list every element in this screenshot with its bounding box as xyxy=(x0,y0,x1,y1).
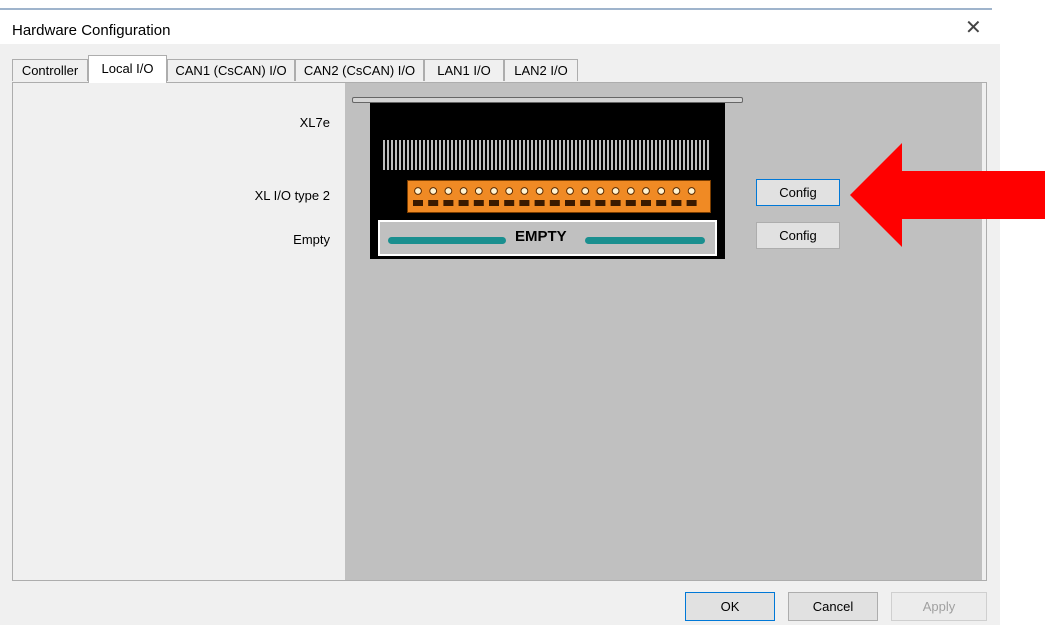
terminal-screw xyxy=(550,187,559,195)
config-button-slot-1[interactable]: Config xyxy=(756,179,840,206)
rack-model-label: XL7e xyxy=(299,115,330,130)
terminal-screw xyxy=(444,187,453,195)
slot-1-label: XL I/O type 2 xyxy=(254,188,330,203)
terminal-slot xyxy=(656,200,667,206)
terminal-slot xyxy=(443,200,454,206)
empty-bar-right xyxy=(585,237,705,244)
terminal-screw xyxy=(687,187,696,195)
terminal-slot xyxy=(595,200,606,206)
ok-button[interactable]: OK xyxy=(685,592,775,621)
terminal-slot xyxy=(549,200,560,206)
empty-slot[interactable]: EMPTY xyxy=(378,220,717,256)
terminal-screw xyxy=(474,187,483,195)
terminal-slot xyxy=(504,200,515,206)
slot-2-label: Empty xyxy=(293,232,330,247)
empty-bar-left xyxy=(388,237,506,244)
tab-local-io[interactable]: Local I/O xyxy=(88,55,167,83)
terminal-slot xyxy=(641,200,651,206)
cancel-button[interactable]: Cancel xyxy=(788,592,878,621)
close-icon[interactable]: ✕ xyxy=(965,18,982,38)
rack-vents xyxy=(383,140,709,170)
terminal-screw xyxy=(429,187,438,195)
tab-controller[interactable]: Controller xyxy=(12,59,88,81)
terminal-slot xyxy=(428,200,439,206)
tab-can1-io[interactable]: CAN1 (CsCAN) I/O xyxy=(167,59,295,81)
window-title: Hardware Configuration xyxy=(12,22,171,39)
terminal-slot xyxy=(580,200,591,206)
terminal-slot xyxy=(519,200,530,206)
annotation-arrow-icon xyxy=(850,143,1045,247)
terminal-screw xyxy=(581,187,590,195)
apply-button[interactable]: Apply xyxy=(891,592,987,621)
terminal-slot xyxy=(489,200,499,206)
terminal-screw xyxy=(642,187,650,195)
terminal-slot xyxy=(473,200,484,206)
terminal-screw xyxy=(490,187,498,195)
terminal-screw xyxy=(459,187,468,195)
window-top-border xyxy=(0,8,992,10)
terminal-slot xyxy=(565,200,575,206)
terminal-slot xyxy=(413,200,423,206)
terminal-screw xyxy=(414,187,422,195)
terminal-screw xyxy=(535,187,544,195)
terminal-slot xyxy=(686,200,697,206)
terminal-slot xyxy=(534,200,545,206)
tab-can2-io[interactable]: CAN2 (CsCAN) I/O xyxy=(295,59,424,81)
terminal-slot xyxy=(610,200,621,206)
config-button-slot-2[interactable]: Config xyxy=(756,222,840,249)
terminal-screw xyxy=(566,187,574,195)
terminal-slot xyxy=(458,200,469,206)
io-module-type2[interactable] xyxy=(407,180,711,213)
terminal-slot xyxy=(625,200,636,206)
terminal-screw xyxy=(672,187,681,195)
terminal-screw xyxy=(505,187,514,195)
tab-lan2-io[interactable]: LAN2 I/O xyxy=(504,59,578,81)
empty-slot-text: EMPTY xyxy=(515,228,567,245)
terminal-slot xyxy=(671,200,682,206)
terminal-screw xyxy=(520,187,529,195)
terminal-screw xyxy=(657,187,666,195)
terminal-screw xyxy=(611,187,620,195)
tab-lan1-io[interactable]: LAN1 I/O xyxy=(424,59,504,81)
terminal-screw xyxy=(596,187,605,195)
terminal-screw xyxy=(626,187,635,195)
